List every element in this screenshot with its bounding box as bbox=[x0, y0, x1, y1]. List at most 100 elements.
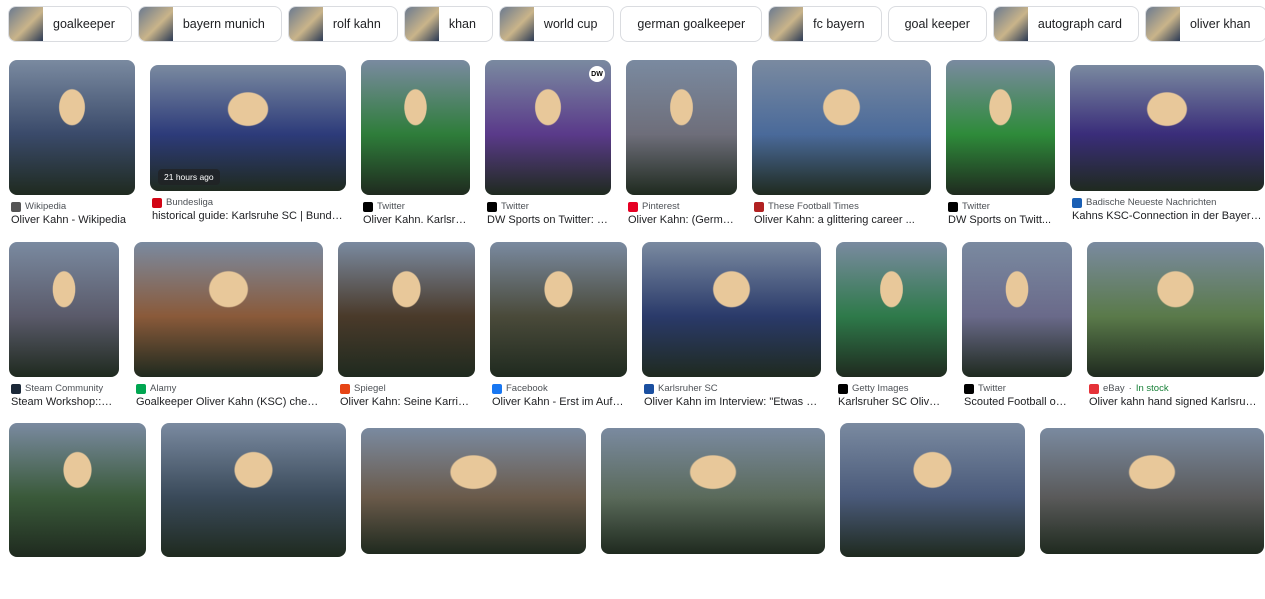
result-thumbnail[interactable]: 21 hours ago bbox=[150, 65, 346, 191]
result-thumbnail[interactable] bbox=[1087, 242, 1264, 377]
source-name: Spiegel bbox=[354, 383, 386, 394]
result-title[interactable]: Scouted Football on... bbox=[964, 396, 1070, 408]
source-name: Twitter bbox=[978, 383, 1006, 394]
source-favicon-icon bbox=[492, 383, 502, 394]
result-source[interactable]: Twitter bbox=[964, 383, 1070, 394]
image-result[interactable]: Getty Images Karlsruher SC Oliver... bbox=[836, 242, 947, 419]
result-source[interactable]: These Football Times bbox=[754, 201, 929, 212]
image-result[interactable]: Twitter DW Sports on Twitt... bbox=[946, 60, 1055, 237]
source-favicon-icon bbox=[628, 201, 638, 212]
result-thumbnail[interactable] bbox=[626, 60, 737, 195]
image-result[interactable]: 21 hours ago Bundesliga historical guide: … bbox=[150, 65, 346, 233]
result-thumbnail[interactable] bbox=[840, 423, 1025, 557]
source-name: Facebook bbox=[506, 383, 548, 394]
image-result[interactable]: Twitter Oliver Kahn. Karlsruh... bbox=[361, 60, 470, 237]
result-source[interactable]: Pinterest bbox=[628, 201, 735, 212]
result-source[interactable]: Facebook bbox=[492, 383, 625, 394]
result-thumbnail[interactable] bbox=[1070, 65, 1264, 191]
source-favicon-icon bbox=[1072, 197, 1082, 208]
image-result[interactable]: Wikipedia Oliver Kahn - Wikipedia bbox=[9, 60, 135, 237]
source-name: Steam Community bbox=[25, 383, 104, 394]
result-title[interactable]: Oliver Kahn: (Germa... bbox=[628, 214, 735, 226]
image-result[interactable]: Pinterest Oliver Kahn: (Germa... bbox=[626, 60, 737, 237]
result-source[interactable]: Bundesliga bbox=[152, 197, 344, 208]
result-title[interactable]: DW Sports on Twitt... bbox=[948, 214, 1053, 226]
image-result[interactable]: Karlsruher SC Oliver Kahn im Interview: "… bbox=[642, 242, 821, 419]
source-name: Twitter bbox=[962, 201, 990, 212]
image-result[interactable] bbox=[9, 423, 146, 599]
image-result[interactable]: Facebook Oliver Kahn - Erst im Aufg... bbox=[490, 242, 627, 419]
result-thumbnail[interactable] bbox=[601, 428, 825, 554]
result-title[interactable]: Oliver Kahn: Seine Karrier... bbox=[340, 396, 473, 408]
image-result[interactable]: Twitter Scouted Football on... bbox=[962, 242, 1072, 419]
source-name: Twitter bbox=[501, 201, 529, 212]
source-favicon-icon bbox=[363, 201, 373, 212]
image-result[interactable]: Steam CommunitySteam Workshop::O... bbox=[9, 242, 119, 419]
result-thumbnail[interactable] bbox=[9, 423, 146, 557]
source-favicon-icon bbox=[487, 201, 497, 212]
result-title[interactable]: Steam Workshop::O... bbox=[11, 396, 117, 408]
result-title[interactable]: Oliver Kahn - Erst im Aufg... bbox=[492, 396, 625, 408]
result-thumbnail[interactable] bbox=[338, 242, 475, 377]
result-source[interactable]: Twitter bbox=[487, 201, 609, 212]
result-title[interactable]: historical guide: Karlsruhe SC | Bunde..… bbox=[152, 210, 344, 222]
image-result[interactable] bbox=[1040, 428, 1264, 596]
source-name: Badische Neueste Nachrichten bbox=[1086, 197, 1217, 208]
image-result[interactable]: DW Twitter DW Sports on Twitter: "... bbox=[485, 60, 611, 237]
source-name: Pinterest bbox=[642, 201, 680, 212]
image-result[interactable] bbox=[161, 423, 346, 599]
source-favicon-icon bbox=[838, 383, 848, 394]
result-source[interactable]: Spiegel bbox=[340, 383, 473, 394]
image-result[interactable]: Badische Neueste Nachrichten Kahns KSC-Co… bbox=[1070, 65, 1264, 233]
result-source[interactable]: Steam Community bbox=[11, 383, 117, 394]
result-title[interactable]: Oliver kahn hand signed Karlsruhe... bbox=[1089, 396, 1262, 408]
result-title[interactable]: Oliver Kahn. Karlsruh... bbox=[363, 214, 468, 226]
result-thumbnail[interactable] bbox=[9, 242, 119, 377]
result-source[interactable]: Wikipedia bbox=[11, 201, 133, 212]
source-name: Alamy bbox=[150, 383, 177, 394]
result-title[interactable]: Goalkeeper Oliver Kahn (KSC) cheer... bbox=[136, 396, 321, 408]
result-title[interactable]: Oliver Kahn im Interview: "Etwas g... bbox=[644, 396, 819, 408]
result-source[interactable]: eBay · In stock bbox=[1089, 383, 1262, 394]
result-thumbnail[interactable] bbox=[490, 242, 627, 377]
result-thumbnail[interactable] bbox=[962, 242, 1072, 377]
source-name: Wikipedia bbox=[25, 201, 67, 212]
source-name: Twitter bbox=[377, 201, 405, 212]
result-thumbnail[interactable] bbox=[134, 242, 323, 377]
result-thumbnail[interactable] bbox=[161, 423, 346, 557]
result-thumbnail[interactable] bbox=[946, 60, 1055, 195]
result-thumbnail[interactable] bbox=[1040, 428, 1264, 554]
result-thumbnail[interactable] bbox=[361, 428, 586, 554]
result-thumbnail[interactable] bbox=[836, 242, 947, 377]
image-result[interactable]: These Football Times Oliver Kahn: a glitt… bbox=[752, 60, 931, 237]
source-favicon-icon bbox=[11, 383, 21, 394]
source-name: These Football Times bbox=[768, 201, 859, 212]
source-favicon-icon bbox=[152, 197, 162, 208]
result-source[interactable]: Alamy bbox=[136, 383, 321, 394]
result-source[interactable]: Twitter bbox=[363, 201, 468, 212]
result-thumbnail[interactable] bbox=[752, 60, 931, 195]
result-source[interactable]: Badische Neueste Nachrichten bbox=[1072, 197, 1262, 208]
result-title[interactable]: Oliver Kahn: a glittering career ... bbox=[754, 214, 929, 226]
image-result[interactable] bbox=[840, 423, 1025, 599]
image-results-grid: Wikipedia Oliver Kahn - Wikipedia 21 hours… bbox=[0, 0, 1265, 561]
result-source[interactable]: Twitter bbox=[948, 201, 1053, 212]
result-title[interactable]: Kahns KSC-Connection in der Bayern-... bbox=[1072, 210, 1262, 222]
result-thumbnail[interactable] bbox=[9, 60, 135, 195]
image-result[interactable] bbox=[361, 428, 586, 596]
result-title[interactable]: Karlsruher SC Oliver... bbox=[838, 396, 945, 408]
result-source[interactable]: Karlsruher SC bbox=[644, 383, 819, 394]
image-result[interactable]: Alamy Goalkeeper Oliver Kahn (KSC) cheer.… bbox=[134, 242, 323, 419]
source-favicon-icon bbox=[644, 383, 654, 394]
result-title[interactable]: DW Sports on Twitter: "... bbox=[487, 214, 609, 226]
result-source[interactable]: Getty Images bbox=[838, 383, 945, 394]
result-thumbnail[interactable]: DW bbox=[485, 60, 611, 195]
image-result[interactable]: Spiegel Oliver Kahn: Seine Karrier... bbox=[338, 242, 475, 419]
result-thumbnail[interactable] bbox=[361, 60, 470, 195]
result-title[interactable]: Oliver Kahn - Wikipedia bbox=[11, 214, 133, 226]
result-thumbnail[interactable] bbox=[642, 242, 821, 377]
source-favicon-icon bbox=[754, 201, 764, 212]
image-result[interactable] bbox=[601, 428, 825, 596]
image-result[interactable]: eBay · In stock Oliver kahn hand signed Kar… bbox=[1087, 242, 1264, 419]
separator: · bbox=[1128, 383, 1132, 394]
